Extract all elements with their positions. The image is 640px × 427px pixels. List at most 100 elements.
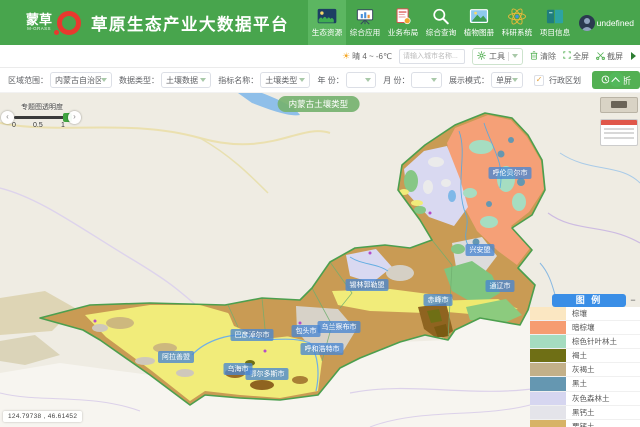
chevron-down-icon — [101, 78, 107, 82]
nav-item-plant-atlas[interactable]: 植物图册 — [460, 0, 498, 45]
city-label[interactable]: 赤峰市 — [424, 294, 453, 306]
city-label[interactable]: 乌海市 — [224, 363, 253, 375]
screenshot-label: 截屏 — [607, 51, 623, 62]
legend-label: 棕色针叶林土 — [566, 335, 640, 348]
nav-item-research-system[interactable]: 科研系统 — [498, 0, 536, 45]
app-header: 蒙草 M-GRASS 草原生态产业大数据平台 生态资源 综合应用 业务布局 综合… — [0, 0, 640, 45]
legend-swatch — [530, 377, 566, 390]
nav-label: 科研系统 — [501, 27, 531, 37]
city-label[interactable]: 阿拉善盟 — [158, 351, 194, 363]
nav-item-business-layout[interactable]: 业务布局 — [384, 0, 422, 45]
region-select[interactable]: 内蒙古自治区 — [50, 72, 112, 88]
city-label[interactable]: 通辽市 — [486, 280, 515, 292]
legend-title[interactable]: 图 例 — [552, 294, 626, 307]
main-nav: 生态资源 综合应用 业务布局 综合查询 植物图册 科研系统 项目信息 — [308, 0, 574, 45]
city-label[interactable]: 巴彦淖尔市 — [231, 329, 274, 341]
indicator-select[interactable]: 土壤类型 — [260, 72, 310, 88]
fullscreen-button[interactable]: 全屏 — [563, 51, 589, 62]
photo-album-icon — [468, 8, 490, 25]
filter-bar: 区域范围： 内蒙古自治区 数据类型： 土壤数据 指标名称： 土壤类型 年 份： … — [0, 68, 640, 93]
legend-row: 黑土 — [530, 377, 640, 391]
city-label[interactable]: 锡林郭勒盟 — [346, 279, 389, 291]
legend-swatch — [530, 335, 566, 348]
chevron-down-icon — [365, 78, 371, 82]
datatype-select[interactable]: 土壤数据 — [161, 72, 211, 88]
logo-ring-icon — [57, 11, 81, 35]
datatype-label: 数据类型： — [119, 75, 159, 86]
nav-label: 植物图册 — [463, 27, 493, 37]
legend-label: 黑土 — [566, 377, 640, 390]
city-label[interactable]: 呼伦贝尔市 — [489, 167, 532, 179]
slider-next-button[interactable]: › — [68, 111, 81, 124]
fullscreen-icon — [563, 51, 571, 61]
tick-05: 0.5 — [33, 122, 43, 129]
nav-item-eco-resources[interactable]: 生态资源 — [308, 0, 346, 45]
brand-name: 蒙草 — [26, 13, 52, 26]
legend-swatch — [530, 392, 566, 405]
admin-division-checkbox[interactable]: ✓ — [534, 75, 544, 86]
chevron-down-icon — [512, 78, 518, 82]
overview-widget[interactable] — [600, 97, 638, 113]
page-title: 草原生态产业大数据平台 — [91, 11, 289, 35]
tools-button[interactable]: 工具 — [472, 48, 523, 65]
display-mode-select[interactable]: 单屏 — [491, 72, 523, 88]
atom-icon — [506, 8, 528, 25]
sun-icon: ☀ — [342, 51, 350, 62]
city-search-input[interactable] — [399, 49, 465, 64]
gear-icon — [477, 51, 486, 62]
city-label[interactable]: 包头市 — [292, 325, 321, 337]
city-label[interactable]: 兴安盟 — [466, 244, 495, 256]
divider — [508, 52, 509, 61]
tools-label: 工具 — [489, 51, 505, 62]
scissors-icon — [596, 51, 605, 62]
map-container[interactable]: 内蒙古土壤类型 专题图透明度 ‹ › 0 0.5 1 呼伦贝尔市兴安盟通辽市赤峰… — [0, 93, 640, 427]
legend-label: 灰褐土 — [566, 363, 640, 376]
tick-1: 1 — [61, 122, 65, 129]
year-select[interactable] — [346, 72, 377, 88]
legend-label: 灰色森林土 — [566, 392, 640, 405]
legend-header: 图 例 − — [530, 294, 640, 307]
legend-label: 棕壤 — [566, 307, 640, 320]
chevron-down-icon — [299, 78, 305, 82]
chevron-down-icon — [512, 54, 518, 58]
legend-swatch — [530, 307, 566, 320]
legend-row: 栗钙土 — [530, 420, 640, 427]
legend-label: 黑钙土 — [566, 406, 640, 419]
ecology-icon — [316, 8, 338, 25]
user-menu[interactable]: undefined — [579, 15, 634, 31]
screenshot-button[interactable]: 截屏 — [596, 51, 623, 62]
nav-item-integrated-query[interactable]: 综合查询 — [422, 0, 460, 45]
legend-row: 棕色针叶林土 — [530, 335, 640, 349]
chevron-down-icon — [200, 78, 206, 82]
user-name: undefined — [597, 18, 634, 28]
nav-label: 业务布局 — [387, 27, 417, 37]
chevron-down-icon — [431, 78, 437, 82]
toolbar: ☀ 晴 4 ~ -6℃ 工具 清除 全屏 截屏 — [0, 45, 640, 68]
nav-item-integrated-apps[interactable]: 综合应用 — [346, 0, 384, 45]
city-label[interactable]: 乌兰察布市 — [318, 321, 361, 333]
opacity-slider[interactable] — [14, 116, 68, 119]
nav-label: 生态资源 — [311, 27, 341, 37]
mini-layer-widget[interactable] — [600, 119, 638, 146]
legend-swatch — [530, 321, 566, 334]
city-label[interactable]: 呼和浩特市 — [301, 343, 344, 355]
nav-label: 项目信息 — [539, 27, 569, 37]
clear-button[interactable]: 清除 — [530, 51, 556, 62]
nav-label: 综合查询 — [425, 27, 455, 37]
chart-board-icon — [354, 8, 376, 25]
nav-item-project-info[interactable]: 项目信息 — [536, 0, 574, 45]
tick-0: 0 — [12, 122, 16, 129]
weather-status: ☀ 晴 4 ~ -6℃ — [342, 51, 392, 62]
legend-label: 褐土 — [566, 349, 640, 362]
legend-collapse-button[interactable]: − — [626, 294, 640, 307]
brand-subname: M-GRASS — [27, 27, 51, 32]
toolbar-collapse-icon[interactable] — [631, 52, 636, 60]
legend-row: 暗棕壤 — [530, 321, 640, 335]
mini-layer-header — [601, 120, 637, 125]
map-title: 内蒙古土壤类型 — [278, 96, 360, 112]
year-label: 年 份： — [317, 75, 343, 86]
panel-collapse-button[interactable] — [609, 72, 624, 87]
legend-swatch — [530, 406, 566, 419]
indicator-label: 指标名称： — [218, 75, 258, 86]
month-select[interactable] — [411, 72, 442, 88]
